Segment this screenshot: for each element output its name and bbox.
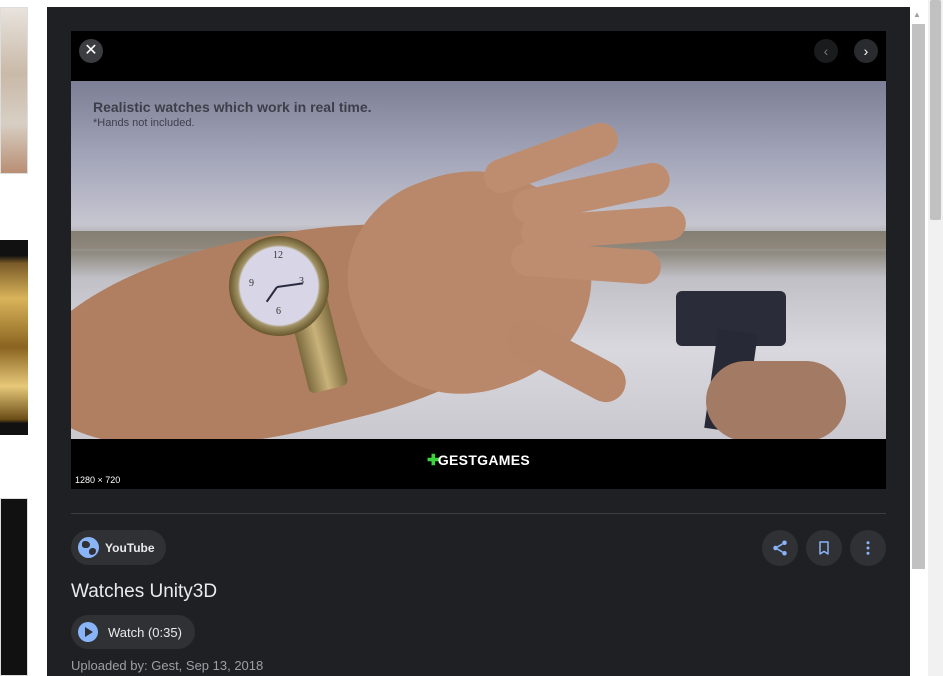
result-thumbnail[interactable]: [0, 498, 28, 676]
image-dimensions: 1280 × 720: [75, 475, 121, 485]
bookmark-icon: [819, 541, 829, 555]
scroll-up-icon[interactable]: ▲: [913, 10, 921, 19]
source-link[interactable]: YouTube: [71, 530, 166, 565]
page-scrollbar[interactable]: [928, 0, 943, 676]
previous-button[interactable]: ‹: [814, 39, 838, 63]
result-thumbnail[interactable]: [0, 7, 28, 174]
source-label: YouTube: [105, 540, 155, 555]
results-strip: [0, 0, 47, 676]
chevron-right-icon: ›: [863, 43, 869, 59]
image-caption: Realistic watches which work in real tim…: [93, 99, 372, 129]
panel-scrollbar[interactable]: ▲: [910, 7, 927, 676]
result-thumbnail[interactable]: [0, 240, 28, 435]
gestgames-logo: ✚GESTGAMES: [426, 452, 531, 469]
image-preview-panel: ✕ ‹ › 12 3 6 9 Realist: [47, 7, 910, 676]
chevron-left-icon: ‹: [823, 43, 829, 59]
globe-icon: [78, 537, 99, 558]
more-options-button[interactable]: [850, 530, 886, 566]
save-button[interactable]: [806, 530, 842, 566]
share-button[interactable]: [762, 530, 798, 566]
divider: [71, 513, 886, 514]
close-icon: ✕: [84, 42, 98, 59]
preview-media: ✕ ‹ › 12 3 6 9 Realist: [71, 31, 886, 489]
scroll-thumb[interactable]: [912, 24, 925, 569]
page-title[interactable]: Watches Unity3D: [71, 581, 217, 603]
uploaded-by: Uploaded by: Gest, Sep 13, 2018: [71, 658, 264, 673]
watch-label: Watch (0:35): [108, 624, 182, 640]
more-vert-icon: [866, 541, 870, 555]
close-button[interactable]: ✕: [79, 39, 103, 63]
watch-video-button[interactable]: Watch (0:35): [71, 615, 195, 649]
share-icon: [773, 540, 787, 556]
play-icon: [78, 622, 98, 642]
next-button[interactable]: ›: [854, 39, 878, 63]
watch-graphic: 12 3 6 9: [229, 236, 329, 336]
page-scroll-thumb[interactable]: [930, 0, 941, 220]
preview-image[interactable]: 12 3 6 9 Realistic watches which work in…: [71, 81, 886, 439]
